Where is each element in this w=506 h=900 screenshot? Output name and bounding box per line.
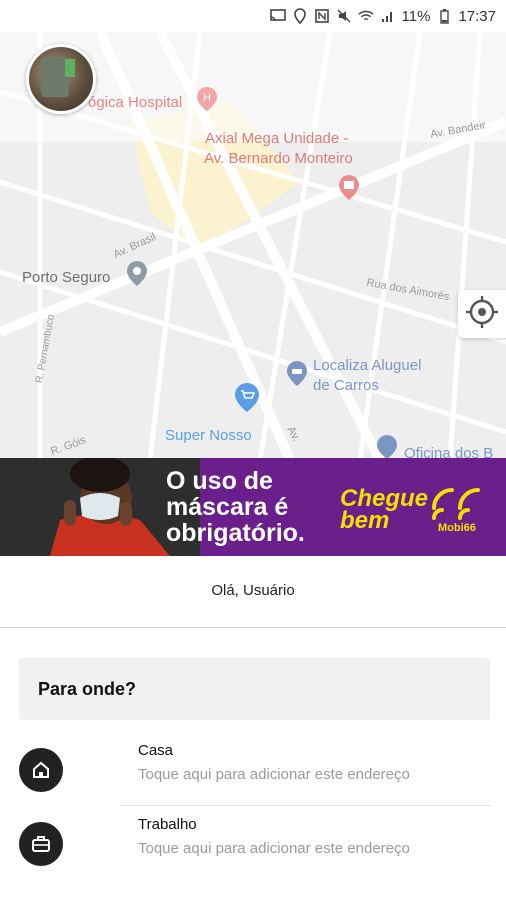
avatar-photo-accent [65, 59, 75, 77]
map-label-localiza-1: Localiza Aluguel [313, 357, 422, 374]
map-label-super-nosso: Super Nosso [165, 427, 252, 444]
map-label-porto-seguro: Porto Seguro [22, 269, 111, 286]
map-label-hospital: ógica Hospital [88, 94, 183, 111]
shortcut-work[interactable]: Trabalho Toque aqui para adicionar este … [0, 814, 506, 874]
wifi-icon [357, 8, 374, 24]
banner-brand-small: Mobi66 [438, 522, 476, 534]
location-icon [292, 8, 308, 24]
battery-percent: 11% [401, 7, 431, 25]
briefcase-icon [19, 822, 63, 866]
crosshair-icon [465, 295, 499, 334]
map-label-localiza-2: de Carros [313, 377, 379, 394]
battery-icon [436, 8, 452, 24]
svg-text:H: H [203, 92, 211, 104]
clock: 17:37 [458, 7, 496, 25]
signal-waves-icon [430, 486, 488, 527]
banner-headline: O uso de máscara é obrigatório. [166, 467, 305, 547]
divider [0, 627, 506, 628]
user-avatar[interactable] [26, 44, 96, 114]
greeting-text: Olá, Usuário [211, 582, 295, 599]
banner-brand-word: Chegue bem [340, 485, 429, 534]
shortcut-home[interactable]: Casa Toque aqui para adicionar este ende… [0, 740, 506, 800]
cast-icon [269, 8, 286, 24]
shortcut-work-subtitle: Toque aqui para adicionar este endereço [138, 840, 410, 857]
nfc-icon [314, 8, 330, 24]
map-label-mega-unidade-1: Axial Mega Unidade - [205, 130, 349, 147]
shortcut-home-title: Casa [138, 742, 174, 759]
shortcut-work-title: Trabalho [138, 816, 197, 833]
destination-search[interactable]: Para onde? [19, 658, 490, 720]
shortcut-home-subtitle: Toque aqui para adicionar este endereço [138, 766, 410, 783]
mute-icon [336, 8, 352, 24]
signal-icon [380, 8, 396, 24]
row-divider [120, 805, 490, 806]
mask-banner[interactable]: O uso de máscara é obrigatório. Chegue b… [0, 458, 506, 556]
map-label-mega-unidade-2: Av. Bernardo Monteiro [204, 150, 353, 167]
status-bar: 11% 17:37 [0, 0, 506, 32]
home-icon [19, 748, 63, 792]
my-location-button[interactable] [458, 290, 506, 338]
